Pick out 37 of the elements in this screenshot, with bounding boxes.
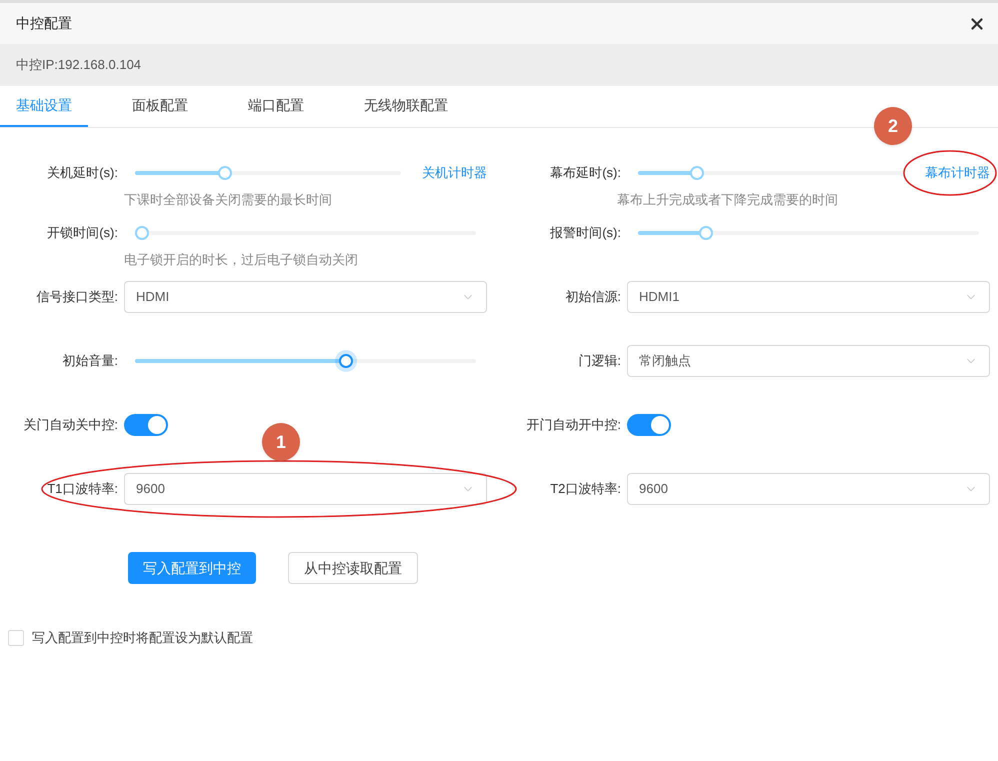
field-label: 信号接口类型: — [35, 288, 119, 306]
slider-handle[interactable] — [690, 166, 704, 180]
field-label: 开门自动开中控: — [525, 416, 622, 434]
window-title: 中控配置 — [16, 14, 72, 33]
select-field[interactable]: HDMI1 — [627, 281, 990, 313]
tab[interactable]: 端口配置 — [232, 86, 320, 127]
annotation-badge: 2 — [874, 107, 912, 145]
field-label: 幕布延时(s): — [549, 164, 622, 182]
select-field[interactable]: 9600 — [124, 473, 487, 505]
hint-text: 幕布上升完成或者下降完成需要的时间 — [617, 192, 838, 207]
checkbox-label: 写入配置到中控时将配置设为默认配置 — [32, 629, 253, 647]
annotation-badge: 1 — [262, 423, 300, 461]
read-config-button[interactable]: 从中控读取配置 — [288, 552, 418, 584]
slider-handle[interactable] — [699, 226, 714, 240]
ip-label: 中控IP:192.168.0.104 — [16, 56, 142, 74]
toggle-switch[interactable] — [124, 414, 168, 436]
toggle-switch[interactable] — [627, 414, 671, 436]
checkbox[interactable] — [8, 630, 24, 646]
tab[interactable]: 无线物联配置 — [348, 86, 464, 127]
field-label: 初始信源: — [564, 288, 622, 306]
field-label: 报警时间(s): — [549, 224, 622, 242]
slider-handle[interactable] — [339, 354, 354, 368]
select-field[interactable]: HDMI — [124, 281, 487, 313]
hint-text: 下课时全部设备关闭需要的最长时间 — [124, 192, 332, 207]
slider-handle[interactable] — [218, 166, 232, 180]
select-field[interactable]: 9600 — [627, 473, 990, 505]
slider-handle[interactable] — [134, 226, 149, 240]
field-label: 初始音量: — [61, 352, 119, 370]
field-label: 开锁时间(s): — [46, 224, 119, 242]
field-label: T2口波特率: — [549, 480, 622, 498]
field-label: T1口波特率: — [46, 480, 119, 498]
field-label: 关门自动关中控: — [22, 416, 119, 434]
hint-text: 电子锁开启的时长，过后电子锁自动关闭 — [124, 252, 358, 267]
field-label: 关机延时(s): — [46, 164, 119, 182]
field-label: 门逻辑: — [577, 352, 622, 370]
select-field[interactable]: 常闭触点 — [627, 345, 990, 377]
tab[interactable]: 面板配置 — [116, 86, 204, 127]
